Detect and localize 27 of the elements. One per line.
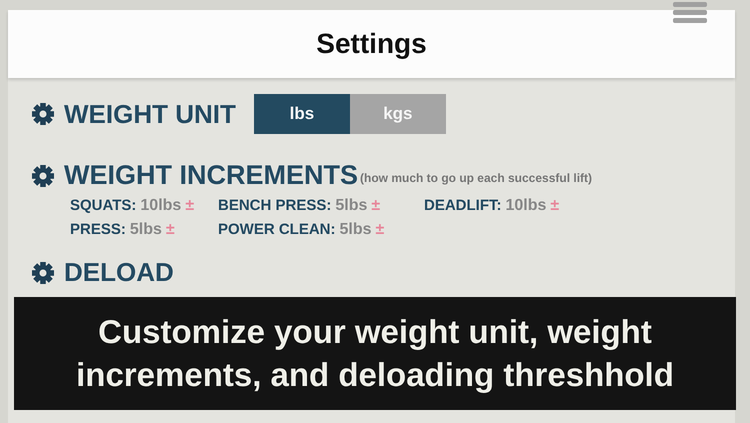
adjust-button[interactable]: ± [371, 197, 380, 215]
gear-icon [32, 164, 54, 186]
page-title: Settings [316, 28, 427, 60]
section-title: WEIGHT UNIT [64, 98, 236, 130]
lift-value: 5lbs [340, 221, 372, 239]
unit-option[interactable]: kgs [350, 94, 446, 134]
menu-icon[interactable] [673, 2, 707, 24]
adjust-button[interactable]: ± [185, 197, 194, 215]
section-note: (how much to go up each successful lift) [360, 171, 592, 187]
lift-name: POWER CLEAN: [218, 221, 336, 238]
lift-name: BENCH PRESS: [218, 197, 332, 214]
section-title: WEIGHT INCREMENTS [64, 160, 358, 191]
adjust-button[interactable]: ± [166, 221, 175, 239]
lift-name: PRESS: [70, 221, 126, 238]
lift-name: SQUATS: [70, 197, 136, 214]
caption-text: Customize your weight unit, weight increments, and deloading threshhold [75, 312, 675, 395]
lift-value: 5lbs [335, 197, 368, 215]
lift-name: DEADLIFT: [424, 197, 502, 214]
lift-value: 5lbs [130, 221, 162, 239]
lift-value: 10lbs [140, 197, 182, 215]
gear-icon [32, 262, 54, 284]
lift-value: 10lbs [506, 197, 546, 215]
unit-option[interactable]: lbs [254, 94, 350, 134]
adjust-button[interactable]: ± [376, 221, 384, 239]
adjust-button[interactable]: ± [550, 197, 560, 215]
gear-icon [32, 103, 54, 125]
section-title: DELOAD [64, 257, 174, 288]
